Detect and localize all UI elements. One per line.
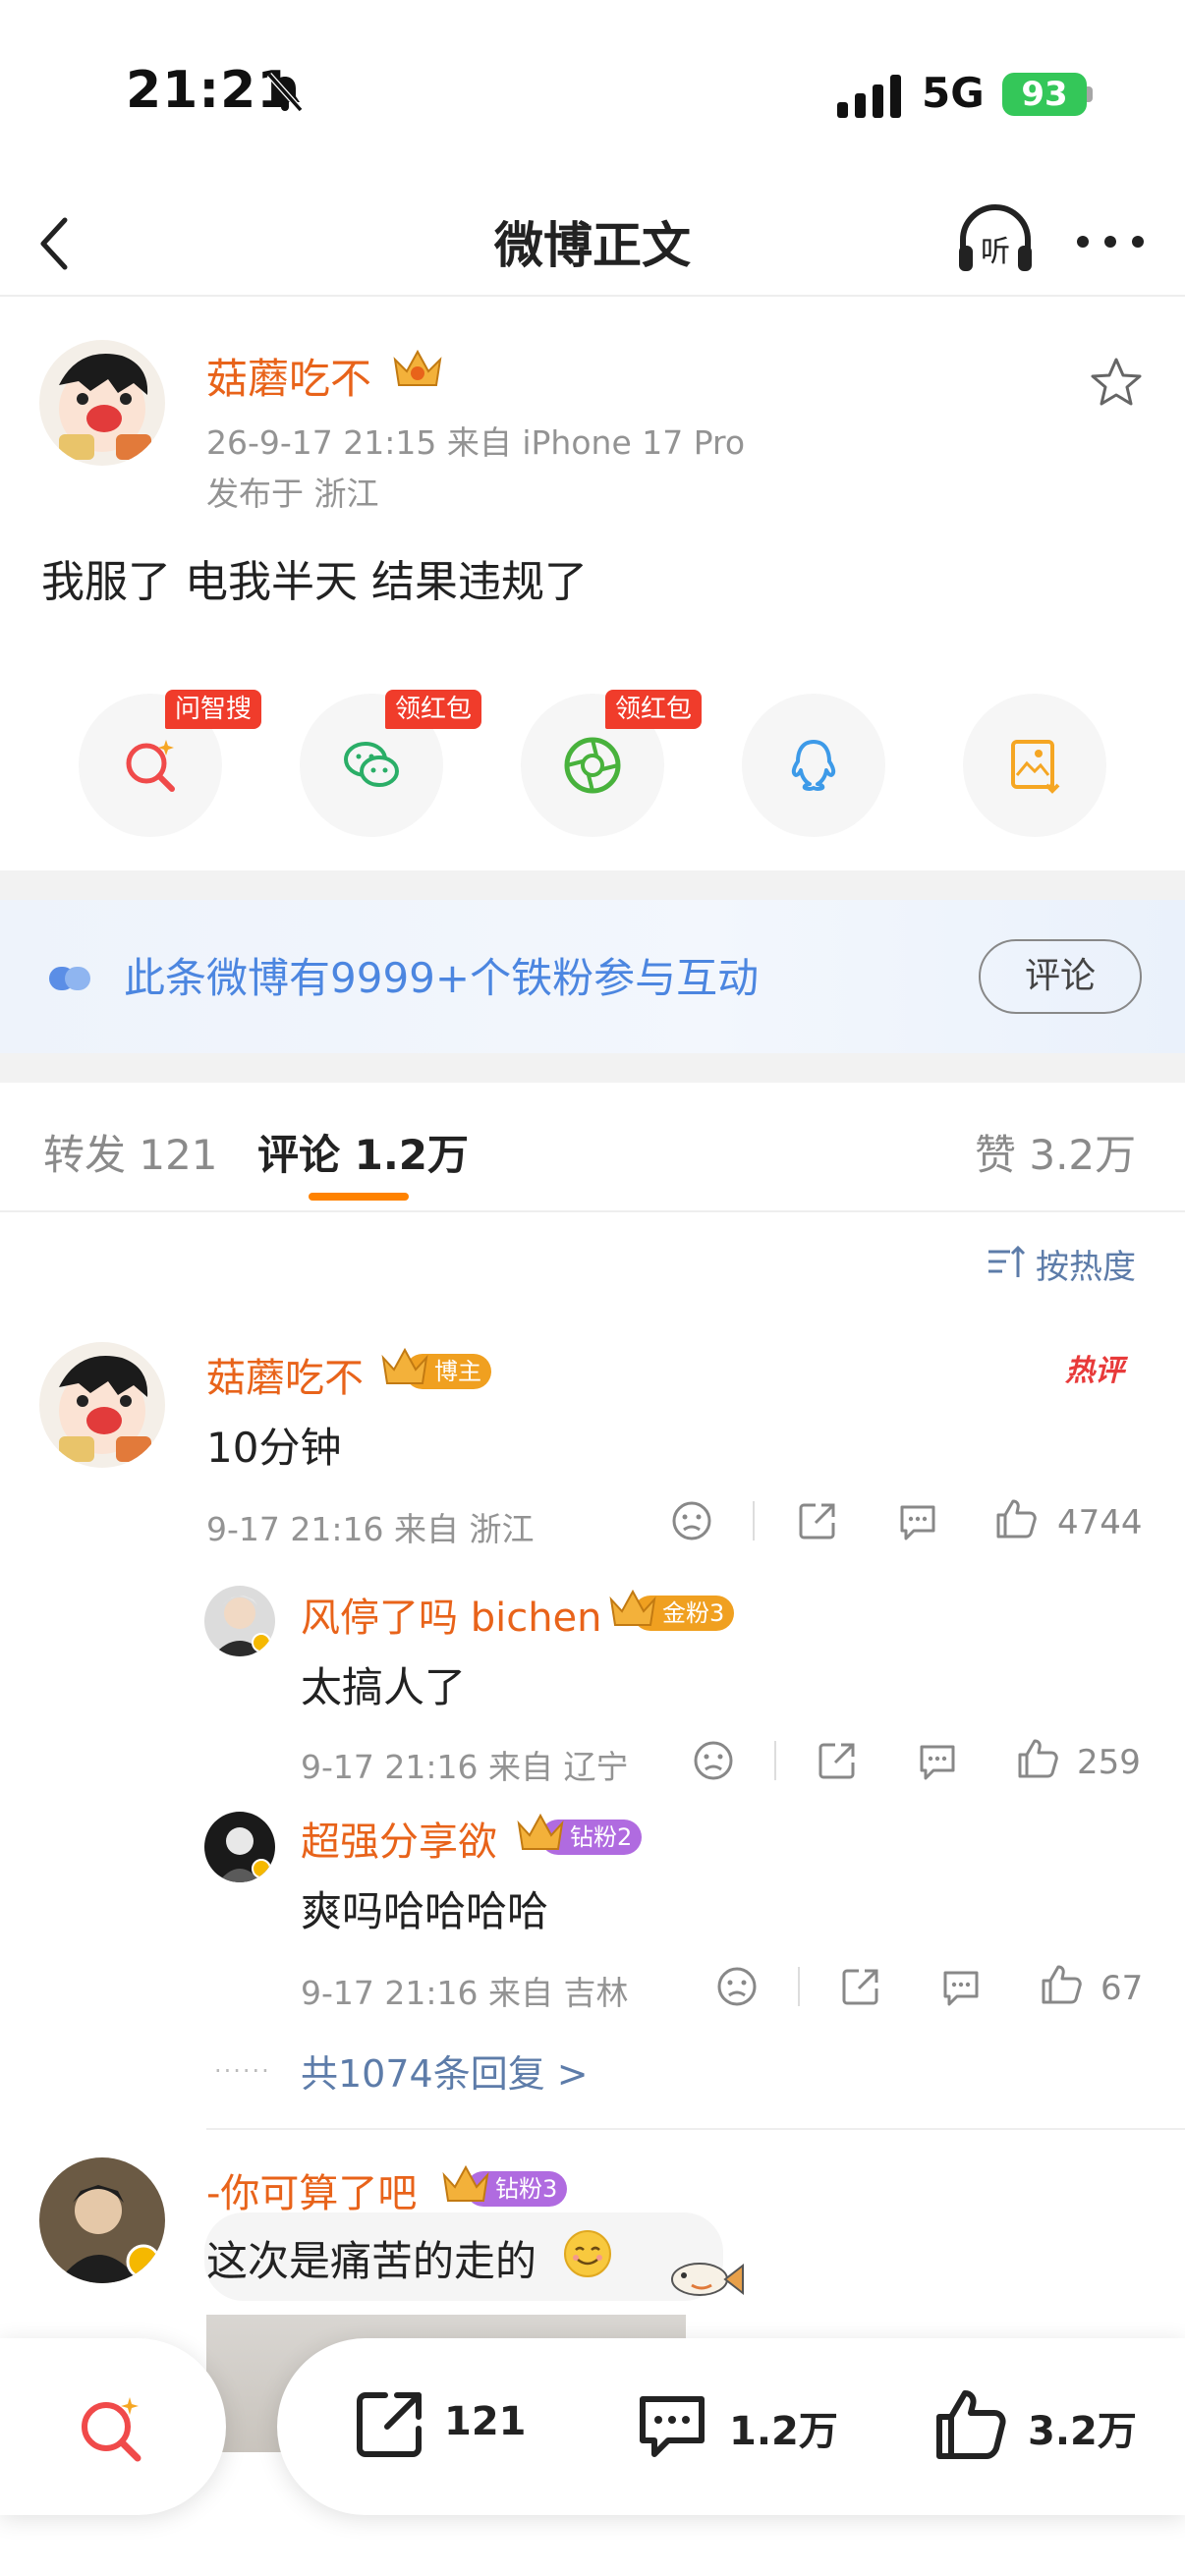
share-tag-ai: 问智搜: [165, 690, 262, 729]
comment-author[interactable]: 菇蘑吃不: [206, 1346, 364, 1403]
like-thumb-icon[interactable]: [1016, 1737, 1059, 1780]
reply-text: 太搞人了: [301, 1663, 467, 1711]
author-name[interactable]: 菇蘑吃不: [206, 346, 371, 406]
reply-avatar[interactable]: [204, 1812, 275, 1882]
repost-icon[interactable]: [796, 1499, 839, 1542]
moments-icon: [564, 737, 621, 794]
comment-text: 这次是痛苦的走的: [206, 2237, 537, 2285]
crown-badge-icon: [381, 1347, 428, 1384]
signal-icon: [837, 75, 901, 118]
comment-icon[interactable]: [633, 2385, 711, 2464]
battery-tip: [1087, 86, 1093, 102]
bell-muted-icon: [266, 73, 304, 112]
fish-sticker-icon: [671, 2263, 744, 2296]
post-timestamp-source: 26-9-17 21:15 来自 iPhone 17 Pro: [206, 423, 746, 462]
save-image-icon: [1011, 740, 1060, 794]
like-count: 67: [1100, 1969, 1144, 2008]
ai-search-icon: [126, 740, 175, 792]
like-count: 4744: [1057, 1503, 1143, 1542]
tab-like[interactable]: 赞 3.2万: [975, 1122, 1136, 1182]
like-thumb-icon[interactable]: [1040, 1963, 1083, 2006]
crown-badge-icon: [609, 1589, 656, 1626]
author-avatar[interactable]: [39, 340, 165, 466]
action-separator: [798, 1967, 800, 2006]
ai-search-icon: [82, 2397, 141, 2462]
share-tag-wechat: 领红包: [385, 690, 482, 729]
replies-dots: ······: [214, 2057, 271, 2085]
reply-author[interactable]: 风停了吗 bichen: [301, 1586, 602, 1643]
repost-icon[interactable]: [816, 1739, 859, 1782]
fan-interaction-banner: 此条微博有9999+个铁粉参与互动 评论: [0, 900, 1185, 1053]
fan-banner-text: 此条微博有9999+个铁粉参与互动: [124, 954, 760, 1002]
listen-label: 听: [981, 235, 1010, 269]
ai-search-button[interactable]: [0, 2338, 226, 2515]
crown-badge-icon: [442, 2164, 489, 2202]
crown-badge-icon: [393, 349, 442, 386]
dislike-face-icon[interactable]: [670, 1499, 713, 1542]
tab-active-indicator: [309, 1193, 409, 1201]
reply-icon[interactable]: [916, 1739, 959, 1782]
share-tag-moments: 领红包: [605, 690, 703, 729]
favorite-star-icon[interactable]: [1087, 354, 1146, 413]
interaction-tabs: 转发 121 评论 1.2万 赞 3.2万: [0, 1083, 1185, 1212]
save-image-button[interactable]: [963, 694, 1106, 837]
share-qq-button[interactable]: [742, 694, 885, 837]
action-separator: [774, 1741, 776, 1780]
bottom-action-bar: 121 1.2万 3.2万: [0, 2338, 1185, 2576]
tab-repost[interactable]: 转发 121: [43, 1122, 218, 1182]
smile-emoji-icon: [564, 2230, 611, 2277]
reply-icon[interactable]: [939, 1965, 983, 2008]
dislike-face-icon[interactable]: [692, 1739, 735, 1782]
view-all-replies-link[interactable]: 共1074条回复 >: [301, 2044, 589, 2098]
post-location: 发布于 浙江: [206, 475, 379, 513]
section-divider: [0, 870, 1185, 900]
nav-bar: 微博正文 听: [0, 187, 1185, 297]
repost-count[interactable]: 121: [444, 2399, 527, 2444]
sort-by-heat[interactable]: 按热度: [1036, 1240, 1136, 1288]
like-thumb-icon[interactable]: [931, 2385, 1010, 2464]
repost-icon[interactable]: [839, 1965, 882, 2008]
reply-text: 爽吗哈哈哈哈: [301, 1887, 549, 1935]
dislike-face-icon[interactable]: [715, 1965, 759, 2008]
comment-author[interactable]: -你可算了吧: [206, 2161, 417, 2218]
comment-meta: 9-17 21:16 来自 浙江: [206, 1510, 535, 1548]
status-bar: 21:21 5G 93: [0, 0, 1185, 187]
like-thumb-icon[interactable]: [994, 1497, 1038, 1540]
banner-comment-button[interactable]: 评论: [979, 939, 1142, 1014]
post-action-group: 121 1.2万 3.2万: [277, 2338, 1185, 2515]
wechat-icon: [344, 742, 399, 787]
crown-badge-icon: [517, 1813, 564, 1850]
repost-icon[interactable]: [350, 2385, 428, 2464]
post-content: 我服了 电我半天 结果违规了: [41, 557, 588, 607]
sort-icon[interactable]: [987, 1244, 1026, 1283]
comment-avatar[interactable]: [39, 2157, 165, 2283]
fan-flame-icon: [49, 967, 90, 990]
comment-divider: [206, 2128, 1185, 2130]
like-count: 259: [1077, 1743, 1141, 1782]
action-separator: [753, 1501, 755, 1540]
comment-count[interactable]: 1.2万: [729, 2399, 838, 2456]
reply-avatar[interactable]: [204, 1586, 275, 1656]
qq-icon: [791, 740, 836, 791]
reply-icon[interactable]: [896, 1499, 939, 1542]
hot-comment-badge: 热评: [1065, 1354, 1124, 1388]
reply-author[interactable]: 超强分享欲: [301, 1810, 497, 1867]
listen-headphones-icon[interactable]: 听: [953, 200, 1038, 285]
network-type: 5G: [922, 69, 985, 117]
reply-meta: 9-17 21:16 来自 辽宁: [301, 1748, 629, 1786]
battery-level: 93: [1002, 73, 1087, 116]
reply-meta: 9-17 21:16 来自 吉林: [301, 1974, 629, 2012]
comment-avatar[interactable]: [39, 1342, 165, 1468]
like-count[interactable]: 3.2万: [1028, 2399, 1137, 2456]
more-icon[interactable]: [1071, 212, 1150, 271]
section-divider: [0, 1053, 1185, 1083]
tab-comment[interactable]: 评论 1.2万: [257, 1122, 469, 1182]
comment-text: 10分钟: [206, 1424, 342, 1472]
